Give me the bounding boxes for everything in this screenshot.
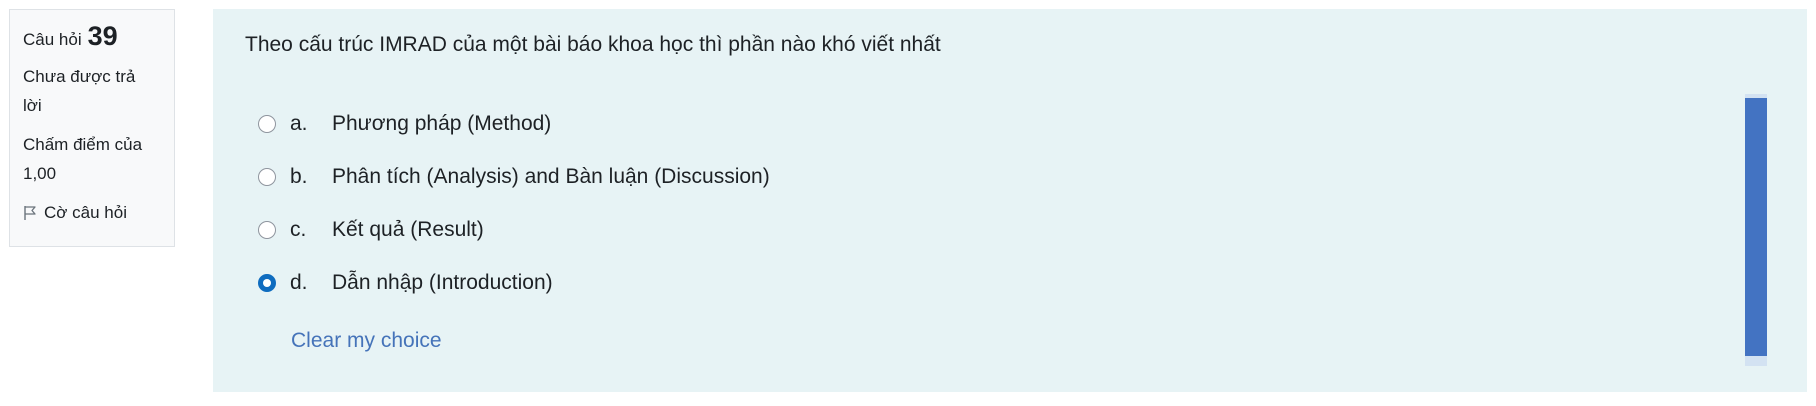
radio-d[interactable]: [258, 273, 276, 292]
answer-option-a[interactable]: a. Phương pháp (Method): [258, 97, 1658, 150]
grade-line-2: 1,00: [23, 164, 57, 183]
question-content: Theo cấu trúc IMRAD của một bài báo khoa…: [213, 9, 1807, 392]
question-page: Câu hỏi 39 Chưa được trả lời Chấm điểm c…: [0, 0, 1816, 406]
option-text: Phân tích (Analysis) and Bàn luận (Discu…: [332, 164, 770, 188]
question-text: Theo cấu trúc IMRAD của một bài báo khoa…: [245, 33, 941, 56]
option-letter: c.: [290, 217, 307, 241]
option-letter: d.: [290, 270, 308, 294]
question-info-panel: Câu hỏi 39 Chưa được trả lời Chấm điểm c…: [9, 9, 175, 247]
flag-question-button[interactable]: Cờ câu hỏi: [23, 198, 161, 227]
grade-line-1: Chấm điểm của: [23, 135, 143, 154]
question-label: Câu hỏi: [23, 30, 82, 49]
option-letter: a.: [290, 111, 308, 135]
answer-option-c[interactable]: c. Kết quả (Result): [258, 203, 1658, 256]
answer-option-b[interactable]: b. Phân tích (Analysis) and Bàn luận (Di…: [258, 150, 1658, 203]
option-text: Dẫn nhập (Introduction): [332, 270, 553, 294]
scrollbar-thumb[interactable]: [1745, 98, 1767, 356]
radio-b[interactable]: [258, 167, 276, 186]
question-grade: Chấm điểm của 1,00: [23, 130, 161, 188]
question-number-line: Câu hỏi 39: [23, 22, 161, 54]
answer-option-d[interactable]: d. Dẫn nhập (Introduction): [258, 256, 1658, 309]
question-state: Chưa được trả lời: [23, 62, 161, 120]
state-line-1: Chưa được trả: [23, 67, 136, 86]
question-number: 39: [87, 21, 118, 51]
flag-icon: [24, 205, 36, 220]
scrollbar-track[interactable]: [1745, 94, 1767, 366]
option-text: Phương pháp (Method): [332, 111, 552, 135]
option-letter: b.: [290, 164, 308, 188]
option-text: Kết quả (Result): [332, 217, 484, 241]
state-line-2: lời: [23, 96, 42, 115]
answer-options: a. Phương pháp (Method) b. Phân tích (An…: [258, 97, 1658, 309]
radio-c[interactable]: [258, 220, 276, 239]
clear-choice-link[interactable]: Clear my choice: [291, 329, 442, 353]
flag-question-label: Cờ câu hỏi: [44, 203, 127, 222]
radio-a[interactable]: [258, 114, 276, 133]
